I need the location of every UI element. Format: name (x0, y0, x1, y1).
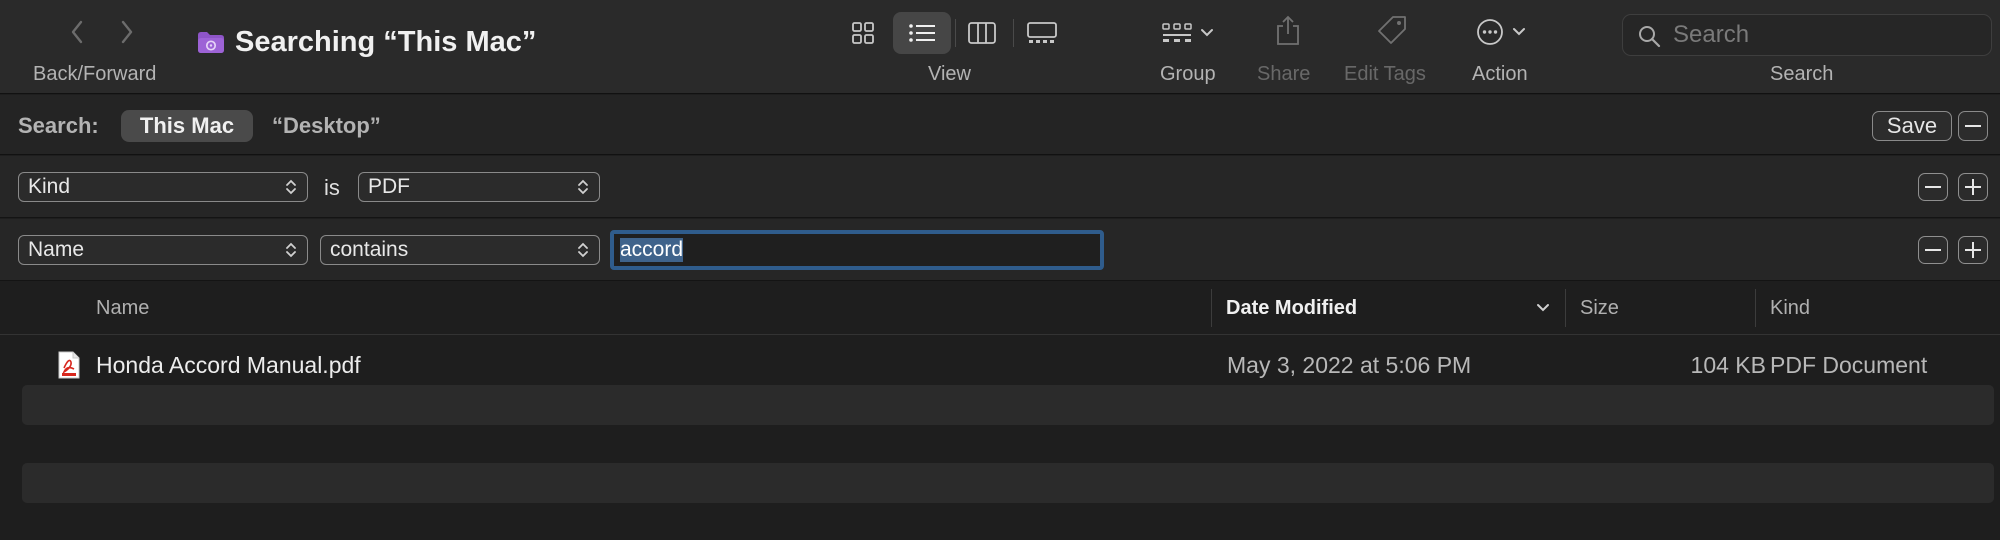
operator-popup[interactable]: contains (320, 235, 600, 265)
remove-search-button[interactable] (1958, 111, 1988, 141)
back-forward-label: Back/Forward (33, 63, 157, 85)
ellipsis-circle-icon (1477, 19, 1503, 45)
list-stripe (22, 385, 1994, 425)
view-list-button[interactable] (893, 12, 951, 54)
table-row[interactable]: Honda Accord Manual.pdf May 3, 2022 at 5… (22, 345, 1994, 385)
value-popup[interactable]: PDF (358, 172, 600, 202)
gallery-icon (1027, 22, 1057, 43)
view-gallery-button[interactable] (1013, 12, 1071, 54)
minus-icon (1925, 186, 1941, 188)
remove-criterion-button[interactable] (1918, 173, 1948, 201)
file-kind: PDF Document (1770, 351, 1928, 378)
remove-criterion-button[interactable] (1918, 236, 1948, 264)
tag-icon (1378, 16, 1406, 44)
operator-label: is (324, 175, 340, 200)
smart-folder-icon (197, 30, 225, 59)
column-header-date-label: Date Modified (1226, 296, 1358, 319)
chevron-down-icon (1513, 28, 1525, 36)
chevron-right-icon (121, 20, 133, 44)
share-button[interactable] (1274, 14, 1302, 51)
name-contains-input[interactable] (614, 234, 1100, 266)
toolbar: Back/Forward Searching “This Mac” View G… (0, 0, 2000, 94)
column-header-size[interactable]: Size (1568, 281, 1752, 335)
operator-value: contains (330, 238, 409, 261)
columns-icon (968, 22, 996, 44)
window-title: Searching “This Mac” (235, 26, 537, 58)
edit-tags-label: Edit Tags (1344, 63, 1426, 85)
criteria-row: Name contains (0, 219, 2000, 281)
scope-label: Search: (18, 113, 99, 138)
search-input[interactable] (1673, 15, 1983, 55)
attribute-value: Name (28, 238, 85, 261)
grid-icon (852, 22, 874, 44)
chevron-down-icon (1201, 29, 1213, 37)
minus-icon (1965, 125, 1981, 127)
attribute-popup[interactable]: Name (18, 235, 308, 265)
file-name: Honda Accord Manual.pdf (96, 351, 361, 378)
search-field[interactable] (1622, 14, 1992, 56)
file-size: 104 KB (1690, 351, 1766, 378)
attribute-popup[interactable]: Kind (18, 172, 308, 202)
action-button[interactable] (1476, 17, 1536, 47)
group-label: Group (1160, 63, 1216, 85)
up-down-chevron-icon (286, 179, 296, 195)
list-stripe (22, 463, 1994, 503)
add-criterion-button[interactable] (1958, 173, 1988, 201)
minus-icon (1925, 249, 1941, 251)
scope-this-mac[interactable]: This Mac (121, 110, 253, 142)
pdf-file-icon (58, 345, 80, 385)
column-separator (1211, 289, 1212, 327)
attribute-value: Kind (28, 175, 71, 198)
action-label: Action (1472, 63, 1528, 85)
group-button[interactable] (1162, 18, 1222, 48)
list-icon (909, 24, 935, 42)
plus-icon (1965, 179, 1981, 195)
value-selection: PDF (368, 175, 410, 198)
scope-bar: Search: This Mac “Desktop” Save (0, 95, 2000, 155)
group-icon (1162, 23, 1192, 42)
edit-tags-button[interactable] (1376, 14, 1408, 51)
plus-icon (1965, 242, 1981, 258)
view-icon-button[interactable] (834, 12, 892, 54)
criteria-row: Kind is PDF (0, 156, 2000, 218)
save-button[interactable]: Save (1872, 111, 1952, 141)
column-header-kind[interactable]: Kind (1758, 281, 1994, 335)
chevron-down-icon (1537, 304, 1549, 312)
column-header-date-modified[interactable]: Date Modified (1214, 281, 1564, 335)
share-icon (1277, 15, 1299, 45)
view-label: View (928, 63, 971, 85)
name-contains-field[interactable] (610, 230, 1104, 270)
list-header: Name Date Modified Size Kind (0, 281, 2000, 335)
view-column-button[interactable] (953, 12, 1011, 54)
file-date-modified: May 3, 2022 at 5:06 PM (1227, 351, 1472, 378)
column-separator (1755, 289, 1756, 327)
back-button[interactable] (62, 17, 92, 47)
magnifying-glass-icon (1639, 26, 1661, 48)
up-down-chevron-icon (578, 179, 588, 195)
search-label: Search (1770, 63, 1834, 85)
add-criterion-button[interactable] (1958, 236, 1988, 264)
forward-button[interactable] (112, 17, 142, 47)
up-down-chevron-icon (578, 242, 588, 258)
share-label: Share (1257, 63, 1311, 85)
column-separator (1565, 289, 1566, 327)
chevron-left-icon (71, 20, 83, 44)
column-header-name[interactable]: Name (84, 281, 1210, 335)
up-down-chevron-icon (286, 242, 296, 258)
scope-desktop[interactable]: “Desktop” (272, 113, 381, 139)
